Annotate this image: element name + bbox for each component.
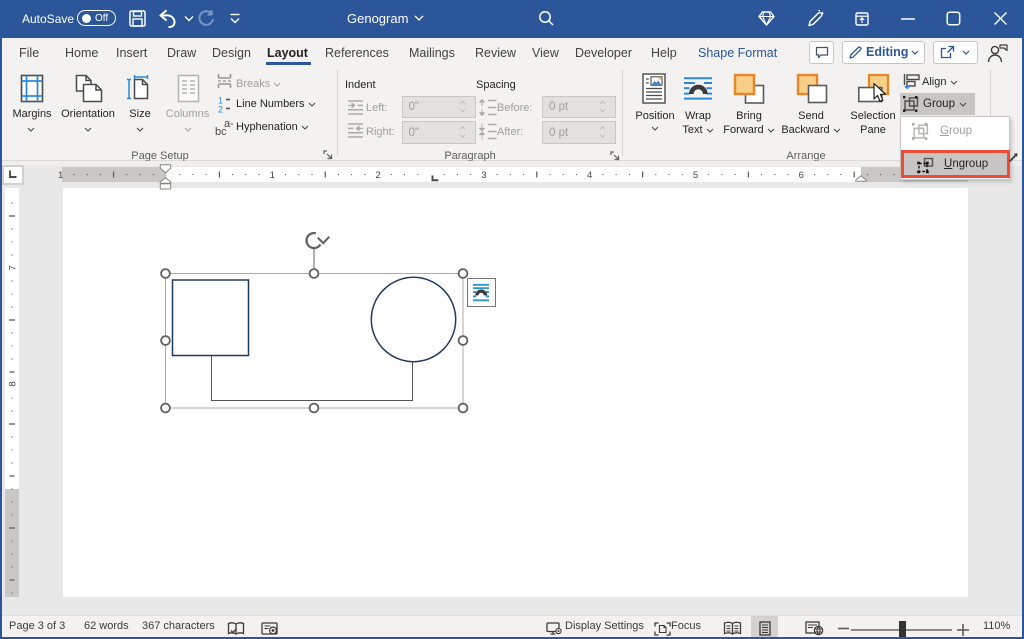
- svg-text:7: 7: [8, 265, 19, 270]
- svg-text:2: 2: [218, 105, 223, 114]
- svg-text:1: 1: [270, 170, 275, 181]
- svg-text:4: 4: [587, 170, 592, 181]
- svg-text:3: 3: [481, 170, 486, 181]
- svg-text:8: 8: [8, 381, 19, 386]
- svg-text:1: 1: [58, 170, 63, 181]
- svg-text:a-: a-: [224, 119, 233, 130]
- svg-text:6: 6: [799, 170, 804, 181]
- svg-text:2: 2: [375, 170, 380, 181]
- svg-text:5: 5: [693, 170, 698, 181]
